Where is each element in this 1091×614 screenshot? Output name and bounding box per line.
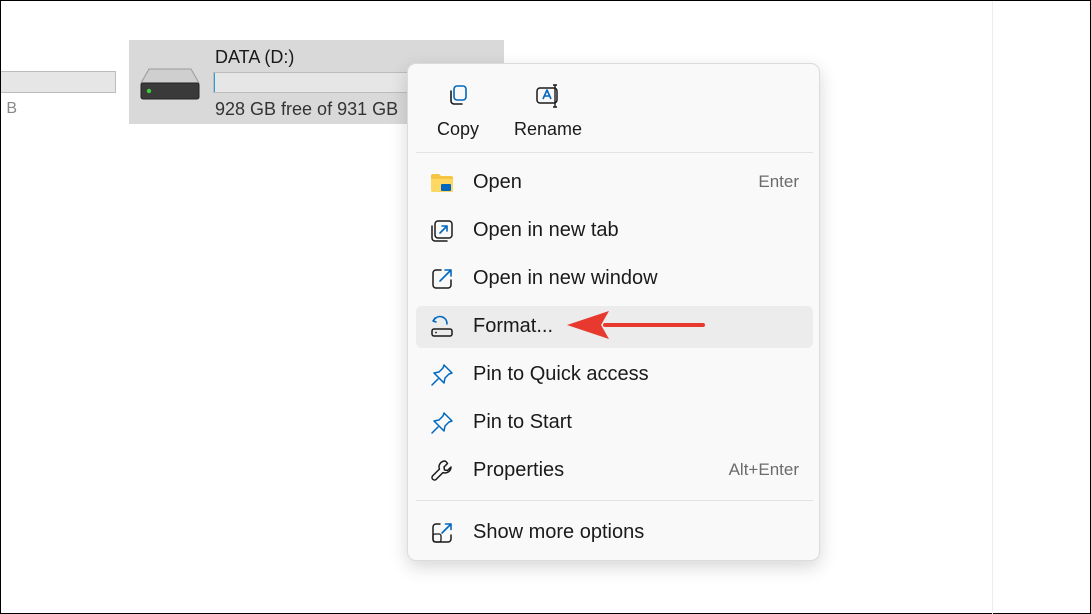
pin-icon: [431, 412, 453, 434]
menu-item-shortcut: Alt+Enter: [728, 460, 799, 479]
rename-label: Rename: [513, 119, 583, 139]
hard-drive-icon: [140, 68, 200, 100]
menu-item-show-more-options[interactable]: Show more options: [416, 512, 813, 554]
copy-label: Copy: [436, 119, 480, 139]
wrench-icon: [431, 460, 452, 481]
new-tab-icon: [431, 220, 453, 242]
menu-item-label: Properties: [473, 459, 565, 481]
menu-item-label: Pin to Start: [473, 411, 572, 433]
menu-item-pin-to-quick-access[interactable]: Pin to Quick access: [416, 354, 813, 396]
menu-item-properties[interactable]: Properties Alt+Enter: [416, 450, 813, 492]
rename-button[interactable]: Rename: [503, 74, 593, 146]
menu-item-label: Format...: [473, 315, 554, 337]
more-options-icon: [432, 523, 452, 543]
menu-item-shortcut: Enter: [758, 172, 799, 191]
menu-item-label: Open in new window: [473, 267, 658, 289]
menu-separator: [416, 152, 813, 153]
new-window-icon: [432, 269, 452, 289]
pin-icon: [431, 364, 453, 386]
rename-icon: [536, 84, 558, 108]
copy-icon: [450, 85, 467, 105]
drive-free-space: 928 GB free of 931 GB: [215, 99, 399, 119]
menu-item-open-in-new-window[interactable]: Open in new window: [416, 258, 813, 300]
menu-item-label: Open: [473, 171, 522, 193]
menu-item-label: Show more options: [473, 521, 645, 543]
quick-actions-bar: Copy Rename: [408, 64, 819, 152]
format-icon: [431, 315, 453, 337]
drive-name: DATA (D:): [215, 47, 295, 67]
partial-drive-free-text: B: [6, 100, 17, 117]
drive-usage-fill: [214, 73, 215, 92]
menu-item-label: Open in new tab: [473, 219, 619, 241]
pane-divider: [992, 1, 993, 614]
partial-drive-usage-bar: [1, 71, 116, 93]
menu-item-open[interactable]: Open Enter: [416, 162, 813, 204]
menu-item-label: Pin to Quick access: [473, 363, 649, 385]
menu-separator: [416, 500, 813, 501]
annotation-arrow-icon: [567, 311, 705, 339]
menu-item-pin-to-start[interactable]: Pin to Start: [416, 402, 813, 444]
folder-icon: [431, 174, 453, 192]
menu-item-open-in-new-tab[interactable]: Open in new tab: [416, 210, 813, 252]
copy-button[interactable]: Copy: [413, 74, 503, 146]
